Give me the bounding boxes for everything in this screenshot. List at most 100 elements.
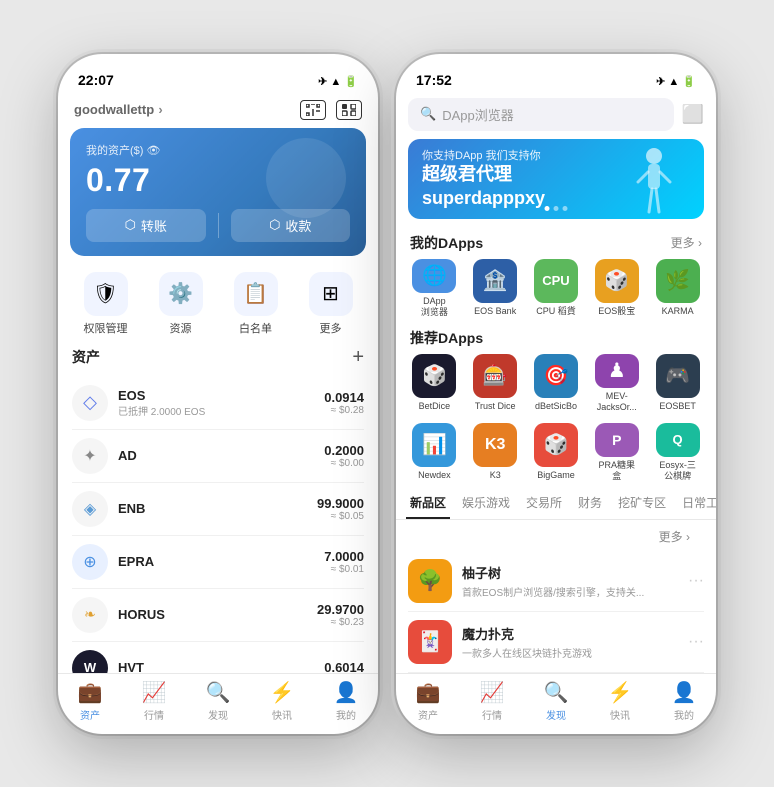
- horus-amount: 29.9700 ≈ $0.23: [317, 602, 364, 628]
- dapp-mev[interactable]: ♟ MEV-JacksOr...: [588, 354, 645, 413]
- banner-dots: [545, 206, 568, 211]
- dapp-eosdice-icon: 🎲: [595, 259, 639, 303]
- scan-icon[interactable]: [300, 100, 326, 120]
- hvt-amount: 0.6014: [324, 660, 364, 673]
- rec-dapps-header: 推荐DApps: [396, 324, 716, 354]
- left-time: 22:07: [78, 72, 114, 88]
- right-nav-discover[interactable]: 🔍 发现: [524, 680, 588, 722]
- dapp-eosbet[interactable]: 🎮 EOSBET: [649, 354, 706, 413]
- dapp-browser[interactable]: 🌐 DApp浏览器: [406, 259, 463, 318]
- new-app-poker[interactable]: 🃏 魔力扑克 一款多人在线区块链扑克游戏 ···: [408, 612, 704, 673]
- permissions-label: 权限管理: [84, 320, 128, 336]
- nav-assets[interactable]: 💼 资产: [58, 680, 122, 722]
- dapp-browser-icon: 🌐: [412, 259, 456, 293]
- hvt-icon: W: [72, 650, 108, 673]
- my-dapps-more[interactable]: 更多 ›: [671, 234, 702, 251]
- quick-permissions[interactable]: 🛡 权限管理: [84, 272, 128, 336]
- new-app-yuzishu[interactable]: 🌳 柚子树 首款EOS制户浏览器/搜索引擎，支持关... ···: [408, 551, 704, 612]
- yuzishu-icon: 🌳: [408, 559, 452, 603]
- eos-amount: 0.0914 ≈ $0.28: [324, 390, 364, 416]
- rec-dapps-grid-2: 📊 Newdex K3 K3 🎲 BigGame P PRA糖果盒 Q: [396, 423, 716, 488]
- tab-exchange[interactable]: 交易所: [522, 488, 566, 519]
- enb-amount: 99.9000 ≈ $0.05: [317, 496, 364, 522]
- nav-market[interactable]: 📈 行情: [122, 680, 186, 722]
- ad-icon: ✦: [72, 438, 108, 474]
- new-apps-list: 更多 › 🌳 柚子树 首款EOS制户浏览器/搜索引擎，支持关... ··· 🃏 …: [396, 526, 716, 673]
- search-bar[interactable]: 🔍 DApp浏览器: [408, 98, 674, 131]
- enb-info: ENB: [118, 501, 317, 516]
- hvt-info: HVT: [118, 660, 324, 673]
- dapp-eosdice[interactable]: 🎲 EOS骰宝: [588, 259, 645, 318]
- nav-news[interactable]: ⚡ 快讯: [250, 680, 314, 722]
- dapp-eosbank[interactable]: 🏦 EOS Bank: [467, 259, 524, 318]
- quick-resources[interactable]: ⚙️ 资源: [159, 272, 203, 336]
- left-status-icons: ✈ ▲ 🔋: [318, 75, 358, 88]
- asset-hvt[interactable]: W HVT 0.6014: [72, 642, 364, 673]
- dapp-eosyx[interactable]: Q Eosyx-三公棋牌: [649, 423, 706, 482]
- left-content: goodwallettp › 我的资产($) 👁 0.77: [58, 94, 378, 734]
- dapp-karma-icon: 🌿: [656, 259, 700, 303]
- epra-amount: 7.0000 ≈ $0.01: [324, 549, 364, 575]
- tab-finance[interactable]: 财务: [574, 488, 606, 519]
- more-grid-icon: ⊞: [309, 272, 353, 316]
- asset-enb[interactable]: ◈ ENB 99.9000 ≈ $0.05: [72, 483, 364, 536]
- enb-icon: ◈: [72, 491, 108, 527]
- new-apps-more[interactable]: 更多 ›: [659, 528, 690, 545]
- dapp-trustdice[interactable]: 🎰 Trust Dice: [467, 354, 524, 413]
- more-grid-label: 更多: [320, 320, 342, 336]
- right-nav-assets[interactable]: 💼 资产: [396, 680, 460, 722]
- promo-banner[interactable]: 你支持DApp 我们支持你 超级君代理 superdapppxy: [408, 139, 704, 219]
- tab-mining[interactable]: 挖矿专区: [614, 488, 670, 519]
- right-header: 🔍 DApp浏览器 ⬜: [396, 94, 716, 139]
- assets-section: 资产 + ◇ EOS 已抵押 2.0000 EOS 0.0914 ≈ $0.28: [58, 346, 378, 673]
- add-asset-button[interactable]: +: [352, 346, 364, 369]
- right-time: 17:52: [416, 72, 452, 88]
- asset-epra[interactable]: ⊕ EPRA 7.0000 ≈ $0.01: [72, 536, 364, 589]
- left-header: goodwallettp ›: [58, 94, 378, 128]
- asset-horus[interactable]: ❧ HORUS 29.9700 ≈ $0.23: [72, 589, 364, 642]
- nav-profile[interactable]: 👤 我的: [314, 680, 378, 722]
- tab-games[interactable]: 娱乐游戏: [458, 488, 514, 519]
- phones-container: 22:07 ✈ ▲ 🔋 goodwallettp ›: [58, 54, 716, 734]
- right-nav-news[interactable]: ⚡ 快讯: [588, 680, 652, 722]
- dapp-cpu[interactable]: CPU CPU 稻貨: [528, 259, 585, 318]
- dapp-karma[interactable]: 🌿 KARMA: [649, 259, 706, 318]
- wallet-name[interactable]: goodwallettp ›: [74, 101, 163, 118]
- balance-label: 我的资产($) 👁: [86, 142, 350, 158]
- receive-button[interactable]: ⬡ 收款: [231, 209, 351, 242]
- dapp-dbetsicbo[interactable]: 🎯 dBetSicBo: [528, 354, 585, 413]
- right-nav-profile[interactable]: 👤 我的: [652, 680, 716, 722]
- tab-daily[interactable]: 日常工...: [678, 488, 716, 519]
- quick-more[interactable]: ⊞ 更多: [309, 272, 353, 336]
- grid-icon[interactable]: [336, 100, 362, 120]
- quick-whitelist[interactable]: 📋 白名单: [234, 272, 278, 336]
- dapp-newdex[interactable]: 📊 Newdex: [406, 423, 463, 482]
- horus-icon: ❧: [72, 597, 108, 633]
- my-dapps-grid: 🌐 DApp浏览器 🏦 EOS Bank CPU CPU 稻貨 🎲 EOS骰宝 …: [396, 259, 716, 324]
- new-apps-header: 更多 ›: [408, 526, 704, 551]
- left-bottom-nav: 💼 资产 📈 行情 🔍 发现 ⚡ 快讯 👤 我的: [58, 673, 378, 734]
- search-icon: 🔍: [420, 106, 436, 122]
- scan-qr-icon[interactable]: ⬜: [682, 104, 704, 125]
- dapp-betdice[interactable]: 🎲 BetDice: [406, 354, 463, 413]
- asset-ad[interactable]: ✦ AD 0.2000 ≈ $0.00: [72, 430, 364, 483]
- dapp-pra[interactable]: P PRA糖果盒: [588, 423, 645, 482]
- dapp-cpu-icon: CPU: [534, 259, 578, 303]
- permissions-icon: 🛡: [84, 272, 128, 316]
- epra-icon: ⊕: [72, 544, 108, 580]
- asset-eos[interactable]: ◇ EOS 已抵押 2.0000 EOS 0.0914 ≈ $0.28: [72, 377, 364, 430]
- banner-figure: [634, 144, 694, 219]
- poker-info: 魔力扑克 一款多人在线区块链扑克游戏: [462, 624, 678, 660]
- balance-actions: ⬡ 转账 ⬡ 收款: [86, 209, 350, 242]
- epra-info: EPRA: [118, 554, 324, 569]
- resources-label: 资源: [170, 320, 192, 336]
- right-content: 🔍 DApp浏览器 ⬜ 你支持DApp 我们支持你 超级君代理 superdap…: [396, 94, 716, 734]
- tab-new[interactable]: 新品区: [406, 488, 450, 519]
- right-nav-market[interactable]: 📈 行情: [460, 680, 524, 722]
- search-placeholder: DApp浏览器: [442, 105, 661, 124]
- dapp-biggame[interactable]: 🎲 BigGame: [528, 423, 585, 482]
- dapp-k3[interactable]: K3 K3: [467, 423, 524, 482]
- nav-discover[interactable]: 🔍 发现: [186, 680, 250, 722]
- left-notch: [153, 54, 283, 82]
- transfer-button[interactable]: ⬡ 转账: [86, 209, 206, 242]
